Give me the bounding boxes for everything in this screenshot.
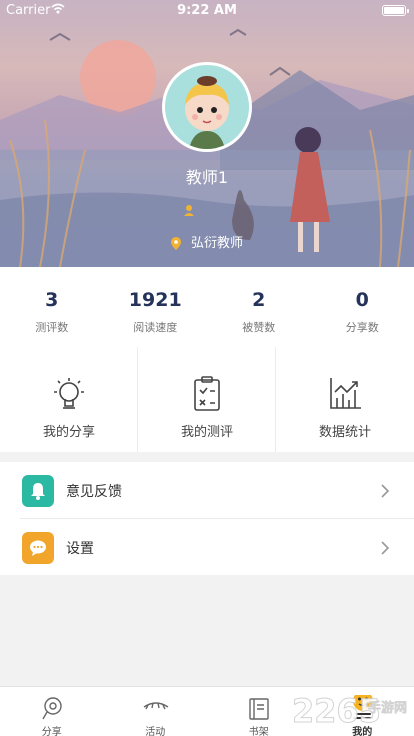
settings-badge	[22, 532, 54, 564]
bulb-icon	[54, 378, 84, 409]
menu-item-settings[interactable]: 设置	[0, 519, 414, 575]
location-pin-icon	[170, 237, 181, 250]
chart-icon	[330, 378, 361, 409]
profile-header: Carrier 9:22 AM 教师1 弘衍教师	[0, 0, 414, 267]
stat-value: 1921	[128, 289, 182, 311]
stat-assessments[interactable]: 3 测评数	[0, 289, 104, 335]
battery-icon	[382, 5, 409, 16]
stat-value: 2	[252, 289, 266, 311]
user-role-icon	[184, 205, 194, 216]
tab-share[interactable]: 分享	[0, 687, 104, 736]
feedback-badge	[22, 475, 54, 507]
stat-label: 被赞数	[242, 321, 276, 334]
stat-label: 测评数	[35, 321, 69, 334]
school-name: 弘衍教师	[190, 236, 243, 251]
menu-item-feedback[interactable]: 意见反馈	[0, 462, 414, 519]
stat-label: 阅读速度	[133, 321, 178, 334]
menu-label: 意见反馈	[66, 484, 122, 500]
bell-icon	[31, 483, 45, 500]
clipboard-icon	[194, 376, 220, 411]
chevron-right-icon	[381, 541, 390, 555]
stat-reading-speed[interactable]: 1921 阅读速度	[104, 289, 208, 335]
status-bar: Carrier 9:22 AM	[0, 0, 414, 22]
avatar-illustration	[165, 65, 249, 149]
tab-activity[interactable]: 活动	[104, 687, 208, 736]
site-watermark-logo: 2265 手游网	[292, 692, 408, 731]
data-statistics-button[interactable]: 数据统计	[276, 347, 414, 452]
stats-row: 3 测评数 1921 阅读速度 2 被赞数 0 分享数	[0, 267, 414, 347]
action-label: 数据统计	[318, 425, 371, 440]
svg-text:手游网: 手游网	[368, 700, 407, 716]
stat-value: 0	[355, 289, 369, 311]
menu-label: 设置	[66, 541, 94, 557]
stat-likes[interactable]: 2 被赞数	[207, 289, 311, 335]
action-label: 我的分享	[42, 425, 95, 440]
tab-label: 活动	[145, 727, 166, 736]
chat-bubble-icon	[30, 540, 46, 556]
settings-menu: 意见反馈 设置	[0, 462, 414, 575]
school-row: 弘衍教师	[0, 232, 414, 251]
status-time: 9:22 AM	[177, 3, 237, 18]
eye-tab-icon	[143, 702, 168, 710]
stat-label: 分享数	[345, 321, 379, 334]
tab-label: 分享	[41, 727, 62, 736]
profile-name: 教师1	[185, 168, 229, 187]
avatar[interactable]	[162, 62, 252, 152]
stat-shares[interactable]: 0 分享数	[311, 289, 414, 335]
share-tab-icon	[42, 697, 62, 720]
chevron-right-icon	[381, 484, 390, 498]
my-assessments-button[interactable]: 我的测评	[138, 347, 276, 452]
quick-actions: 我的分享 我的测评 数据统计	[0, 347, 414, 452]
action-label: 我的测评	[180, 425, 233, 440]
my-shares-button[interactable]: 我的分享	[0, 347, 138, 452]
stat-value: 3	[45, 289, 59, 311]
